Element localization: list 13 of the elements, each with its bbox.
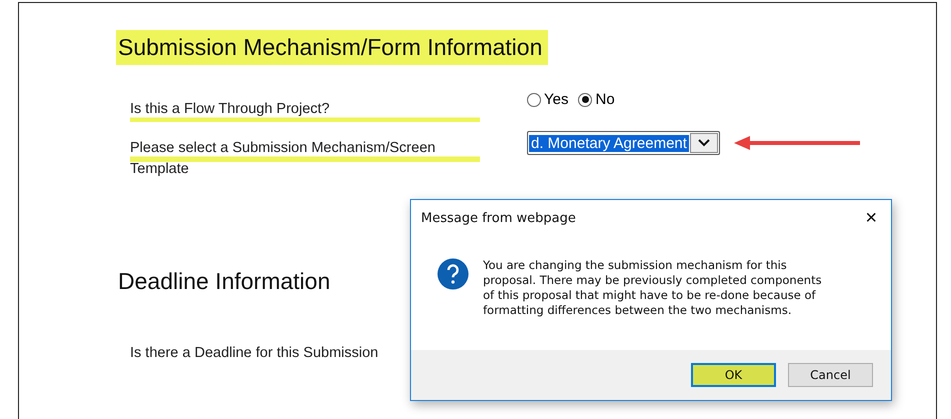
dialog-button[interactable]: Cancel [788,363,873,387]
dialog-message: You are changing the submission mechanism for this proposal. There may be previously completed components of this proposal that might have to be re-done because of formatting differences between the two mechanisms. [483,258,823,319]
radio-option[interactable]: No [578,91,615,108]
dialog-button[interactable]: OK [691,363,776,387]
close-button[interactable]: × [863,208,879,228]
radio-option[interactable]: Yes [527,91,568,108]
question-icon [437,258,469,290]
chevron-icon [698,139,710,147]
section-heading: Submission Mechanism/Form Information [116,30,548,65]
dialog-title: Message from webpage [421,210,576,226]
select-dropdown[interactable]: d. Monetary Agreement [527,131,720,155]
field-label: Is there a Deadline for this Submission [130,344,380,363]
section-heading: Deadline Information [117,267,332,296]
